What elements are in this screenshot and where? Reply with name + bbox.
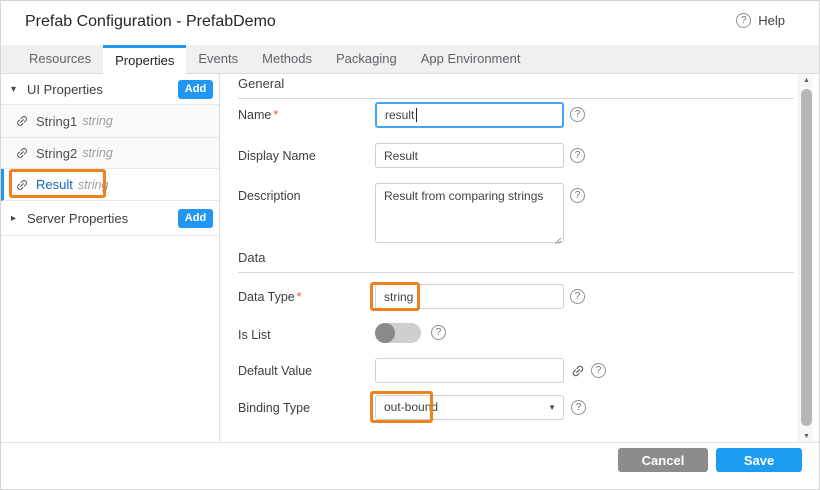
sidebar-item-string1[interactable]: String1 string <box>1 105 219 138</box>
prefab-config-window: Prefab Configuration - PrefabDemo ? Help… <box>0 0 820 490</box>
dropdown-arrow-icon: ▼ <box>548 396 556 419</box>
required-asterisk: * <box>273 108 278 122</box>
description-label: Description <box>238 183 375 203</box>
property-name: Result <box>36 177 73 192</box>
default-value-help-icon[interactable]: ? <box>591 363 606 378</box>
save-button[interactable]: Save <box>716 448 802 472</box>
binding-type-select[interactable]: out-bound ▼ <box>375 395 564 420</box>
tab-app-environment[interactable]: App Environment <box>409 45 533 73</box>
link-icon <box>12 143 32 163</box>
binding-type-row: Binding Type out-bound ▼ ? <box>238 395 586 420</box>
binding-type-help-icon[interactable]: ? <box>571 400 586 415</box>
tab-packaging[interactable]: Packaging <box>324 45 409 73</box>
is-list-row: Is List ? <box>238 322 446 343</box>
description-row: Description Result from comparing string… <box>238 183 585 248</box>
add-ui-property-button[interactable]: Add <box>178 80 213 99</box>
name-help-icon[interactable]: ? <box>570 107 585 122</box>
property-type: string <box>78 178 109 192</box>
expanded-arrow-icon: ▾ <box>11 84 27 95</box>
selected-binding-type: out-bound <box>384 400 438 414</box>
tab-methods[interactable]: Methods <box>250 45 324 73</box>
help-icon: ? <box>736 13 751 28</box>
is-list-help-icon[interactable]: ? <box>431 325 446 340</box>
text-caret <box>416 108 417 122</box>
display-name-label: Display Name <box>238 143 375 163</box>
tab-properties[interactable]: Properties <box>103 45 186 74</box>
data-type-help-icon[interactable]: ? <box>570 289 585 304</box>
tab-events[interactable]: Events <box>186 45 250 73</box>
display-name-row: Display Name ? <box>238 143 585 168</box>
server-properties-header[interactable]: ▸ Server Properties Add <box>1 201 219 236</box>
property-name: String2 <box>36 146 77 161</box>
data-type-row: Data Type* ? <box>238 284 585 309</box>
page-title: Prefab Configuration - PrefabDemo <box>25 13 276 31</box>
title-bar: Prefab Configuration - PrefabDemo ? Help <box>1 1 819 45</box>
ui-properties-header[interactable]: ▾ UI Properties Add <box>1 74 219 105</box>
sidebar-item-string2[interactable]: String2 string <box>1 138 219 169</box>
server-properties-label: Server Properties <box>27 211 128 226</box>
data-type-label: Data Type* <box>238 284 375 304</box>
description-textarea[interactable]: Result from comparing strings <box>375 183 564 243</box>
is-list-toggle[interactable] <box>375 323 421 343</box>
toggle-knob <box>375 323 395 343</box>
description-help-icon[interactable]: ? <box>570 188 585 203</box>
property-type: string <box>82 146 113 160</box>
property-type: string <box>82 114 113 128</box>
sidebar-item-result[interactable]: Result string <box>1 169 219 201</box>
footer: Cancel Save <box>1 442 819 489</box>
name-input[interactable] <box>375 102 564 128</box>
default-value-label: Default Value <box>238 358 375 378</box>
ui-properties-label: UI Properties <box>27 82 103 97</box>
name-label: Name* <box>238 102 375 122</box>
link-icon <box>12 175 32 195</box>
link-icon <box>12 111 32 131</box>
property-name: String1 <box>36 114 77 129</box>
tab-bar: Resources Properties Events Methods Pack… <box>1 45 819 74</box>
scroll-up-button[interactable]: ▲ <box>799 74 814 88</box>
default-value-row: Default Value ? <box>238 358 606 383</box>
section-data-heading: Data <box>238 250 794 273</box>
is-list-label: Is List <box>238 322 375 342</box>
collapsed-arrow-icon: ▸ <box>11 213 27 224</box>
main-panel: General Name* ? Display Name ? Descripti… <box>221 74 798 442</box>
scrollbar[interactable]: ▲ ▼ <box>798 74 813 444</box>
data-type-input[interactable] <box>375 284 564 309</box>
add-server-property-button[interactable]: Add <box>178 209 213 228</box>
display-name-input[interactable] <box>375 143 564 168</box>
help-button[interactable]: ? Help <box>736 13 785 28</box>
section-general-heading: General <box>238 76 794 99</box>
help-label: Help <box>758 13 785 28</box>
default-value-input[interactable] <box>375 358 564 383</box>
name-row: Name* ? <box>238 102 585 128</box>
tab-resources[interactable]: Resources <box>17 45 103 73</box>
bind-link-icon[interactable] <box>571 364 585 381</box>
display-name-help-icon[interactable]: ? <box>570 148 585 163</box>
cancel-button[interactable]: Cancel <box>618 448 708 472</box>
binding-type-label: Binding Type <box>238 395 375 415</box>
sidebar: ▾ UI Properties Add String1 string Strin… <box>1 74 220 442</box>
scroll-thumb[interactable] <box>801 89 812 426</box>
required-asterisk: * <box>297 290 302 304</box>
